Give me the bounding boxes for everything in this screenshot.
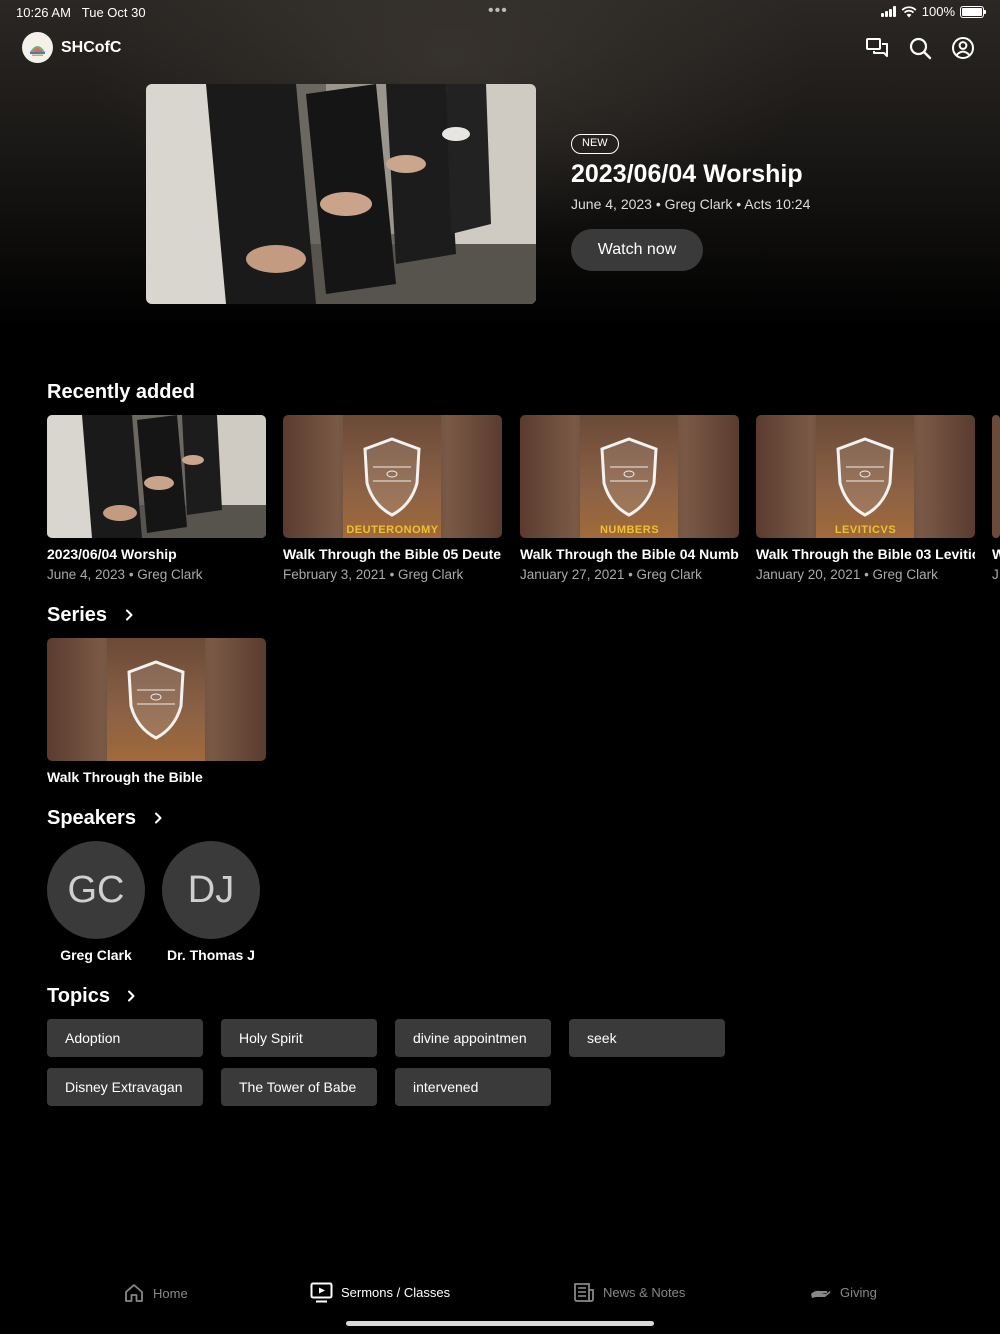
media-card[interactable]: W J <box>992 415 1000 582</box>
shield-icon <box>363 437 421 517</box>
card-meta: January 27, 2021 • Greg Clark <box>520 567 702 582</box>
search-icon[interactable] <box>908 36 932 60</box>
status-time: 10:26 AM Tue Oct 30 <box>16 5 146 20</box>
multitasking-dots-icon[interactable]: ••• <box>488 2 508 20</box>
chevron-right-icon[interactable] <box>123 609 135 621</box>
walk-through-bible-thumbnail <box>47 638 266 761</box>
shield-icon <box>836 437 894 517</box>
home-indicator <box>346 1321 654 1326</box>
topic-chip[interactable]: Holy Spirit <box>221 1019 377 1057</box>
chevron-right-icon[interactable] <box>152 812 164 824</box>
card-title: Walk Through the Bible 04 Numbers <box>520 546 739 562</box>
card-meta: February 3, 2021 • Greg Clark <box>283 567 464 582</box>
shield-icon <box>600 437 658 517</box>
tab-label: News & Notes <box>603 1285 686 1300</box>
cellular-signal-icon <box>880 6 896 17</box>
speakers-heading[interactable]: Speakers <box>47 807 136 830</box>
tab-label: Sermons / Classes <box>341 1285 451 1300</box>
topic-chip[interactable]: divine appointmen <box>395 1019 551 1057</box>
topic-chip[interactable]: intervened <box>395 1068 551 1106</box>
topics-heading[interactable]: Topics <box>47 985 110 1008</box>
speaker-item[interactable]: DJ Dr. Thomas J <box>162 841 260 963</box>
speaker-item[interactable]: GC Greg Clark <box>47 841 145 963</box>
chevron-right-icon[interactable] <box>125 990 137 1002</box>
card-title: Walk Through the Bible 03 Leviticus <box>756 546 975 562</box>
walk-through-bible-thumbnail: LEVITICVS <box>756 415 975 538</box>
battery-percent: 100% <box>921 4 955 19</box>
date: Tue Oct 30 <box>81 5 146 20</box>
giving-icon <box>811 1290 831 1298</box>
tab-news-notes[interactable]: News & Notes <box>573 1282 685 1303</box>
chat-icon[interactable] <box>865 36 889 60</box>
account-icon[interactable] <box>951 36 975 60</box>
walk-through-bible-thumbnail: DEUTERONOMY <box>283 415 502 538</box>
recently-added-heading: Recently added <box>47 381 195 403</box>
series-heading[interactable]: Series <box>47 604 107 627</box>
home-icon <box>125 1284 143 1302</box>
news-icon <box>574 1283 594 1302</box>
new-badge: NEW <box>571 134 619 154</box>
battery-icon <box>960 5 986 18</box>
avatar: GC <box>47 841 145 939</box>
walk-through-bible-thumbnail: NUMBERS <box>520 415 739 538</box>
series-card[interactable]: Walk Through the Bible <box>47 638 266 785</box>
tv-icon <box>310 1282 333 1303</box>
tab-label: Giving <box>840 1284 877 1300</box>
thumbnail-word: LEVITICVS <box>834 524 897 536</box>
top-bar: SHCofC <box>0 30 1000 66</box>
media-card[interactable]: NUMBERS Walk Through the Bible 04 Number… <box>520 415 739 582</box>
tab-home[interactable]: Home <box>123 1282 188 1304</box>
app-name: SHCofC <box>61 39 122 56</box>
featured-meta: June 4, 2023 • Greg Clark • Acts 10:24 <box>571 196 811 212</box>
card-title: W <box>992 546 1000 562</box>
status-bar: 10:26 AM Tue Oct 30 ••• 100% <box>0 0 1000 24</box>
topic-chip[interactable]: seek <box>569 1019 725 1057</box>
thumbnail-word: NUMBERS <box>599 524 660 536</box>
speaker-name: Greg Clark <box>60 947 132 963</box>
featured-image[interactable] <box>146 84 536 304</box>
tab-giving[interactable]: Giving <box>810 1282 877 1302</box>
card-meta: January 20, 2021 • Greg Clark <box>756 567 938 582</box>
card-title: 2023/06/04 Worship <box>47 546 177 562</box>
thumbnail-word: DEUTERONOMY <box>346 524 439 536</box>
media-card[interactable]: DEUTERONOMY Walk Through the Bible 05 De… <box>283 415 502 582</box>
avatar: DJ <box>162 841 260 939</box>
speaker-name: Dr. Thomas J <box>167 947 255 963</box>
app-logo[interactable] <box>22 32 53 63</box>
media-card[interactable]: 2023/06/04 Worship June 4, 2023 • Greg C… <box>47 415 266 582</box>
clock: 10:26 AM <box>16 5 71 20</box>
card-meta: June 4, 2023 • Greg Clark <box>47 567 203 582</box>
status-indicators: 100% <box>880 4 986 19</box>
featured-title: 2023/06/04 Worship <box>571 160 803 188</box>
watch-now-button[interactable]: Watch now <box>571 229 703 271</box>
partial-thumbnail <box>992 415 1000 538</box>
topic-chip[interactable]: Disney Extravagan <box>47 1068 203 1106</box>
card-meta: J <box>992 567 999 582</box>
shield-icon <box>127 660 185 740</box>
series-title: Walk Through the Bible <box>47 769 203 785</box>
topic-chip[interactable]: Adoption <box>47 1019 203 1057</box>
worship-thumbnail <box>47 415 266 538</box>
wifi-icon <box>901 5 917 17</box>
tab-label: Home <box>153 1285 188 1301</box>
tab-sermons-classes[interactable]: Sermons / Classes <box>310 1282 450 1303</box>
media-card[interactable]: LEVITICVS Walk Through the Bible 03 Levi… <box>756 415 975 582</box>
card-title: Walk Through the Bible 05 Deuteronomy <box>283 546 502 562</box>
topic-chip[interactable]: The Tower of Babe <box>221 1068 377 1106</box>
tab-bar: Home Sermons / Classes News & Notes Givi… <box>0 1278 1000 1318</box>
